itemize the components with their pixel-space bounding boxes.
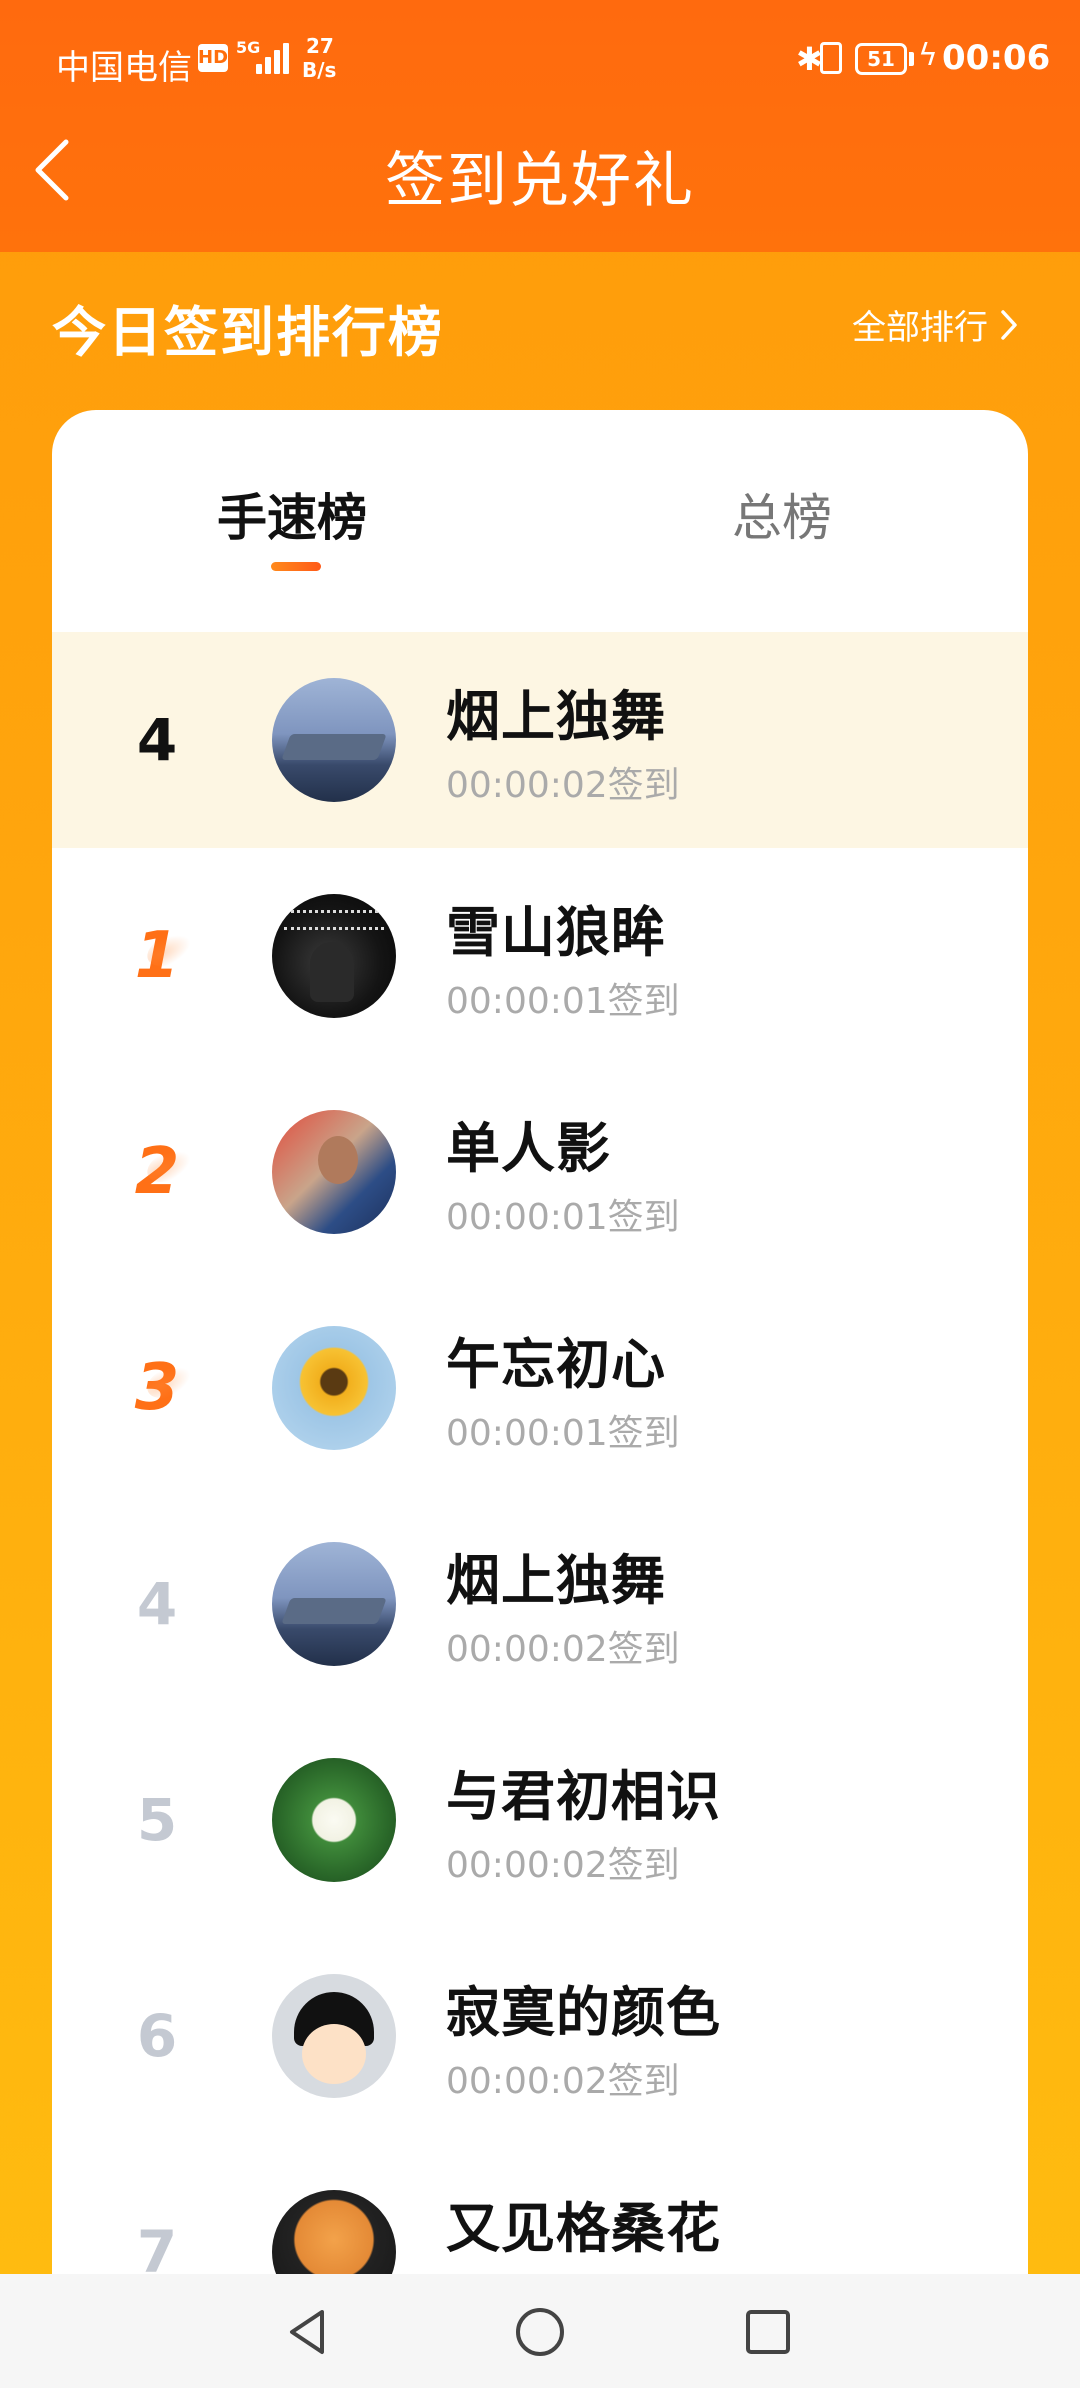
back-triangle-icon[interactable] bbox=[278, 2302, 338, 2362]
user-name: 单人影 bbox=[446, 1117, 611, 1180]
tab-speed-ranking[interactable]: 手速榜 bbox=[132, 478, 452, 550]
rank-number: 4 bbox=[136, 1570, 178, 1638]
user-name: 午忘初心 bbox=[446, 1333, 666, 1396]
list-item[interactable]: 5 与君初相识 00:00:02签到 bbox=[52, 1712, 1028, 1928]
my-ranking-row[interactable]: 4 烟上独舞 00:00:02签到 bbox=[52, 632, 1028, 848]
home-circle-icon[interactable] bbox=[510, 2302, 570, 2362]
lotus-avatar bbox=[272, 1758, 396, 1882]
list-item[interactable]: 3 午忘初心 00:00:01签到 bbox=[52, 1280, 1028, 1496]
signal-icon bbox=[256, 40, 290, 74]
active-tab-indicator bbox=[271, 562, 321, 571]
hooded-figure-avatar bbox=[272, 894, 396, 1018]
ranking-section-title: 今日签到排行榜 bbox=[52, 301, 444, 364]
all-ranking-link[interactable]: 全部排行 bbox=[852, 300, 1020, 349]
page-title: 签到兑好礼 bbox=[385, 146, 695, 216]
chevron-right-icon bbox=[1001, 309, 1017, 340]
checkin-time: 00:00:01签到 bbox=[446, 1197, 680, 1238]
aircraft-carrier-avatar bbox=[272, 1542, 396, 1666]
user-name: 又见格桑花 bbox=[446, 2197, 721, 2260]
rank-number: 2 bbox=[52, 1064, 262, 1280]
list-item[interactable]: 2 单人影 00:00:01签到 bbox=[52, 1064, 1028, 1280]
checkin-time: 00:00:02签到 bbox=[446, 1629, 680, 1670]
system-navigation-bar bbox=[0, 2274, 1080, 2388]
user-name: 寂寞的颜色 bbox=[446, 1981, 721, 2044]
my-rank-number: 4 bbox=[136, 706, 178, 774]
tab-bar: 手速榜 总榜 bbox=[52, 410, 1028, 632]
my-user-name: 烟上独舞 bbox=[446, 685, 666, 748]
checkin-time: 00:00:02签到 bbox=[446, 2061, 680, 2102]
my-checkin-time: 00:00:02签到 bbox=[446, 765, 680, 806]
tab-total-ranking[interactable]: 总榜 bbox=[622, 478, 942, 550]
sunflower-avatar bbox=[272, 1326, 396, 1450]
checkin-time: 00:00:02签到 bbox=[446, 1845, 680, 1886]
all-ranking-label: 全部排行 bbox=[852, 308, 988, 348]
user-name: 与君初相识 bbox=[446, 1765, 721, 1828]
list-item[interactable]: 4 烟上独舞 00:00:02签到 bbox=[52, 1496, 1028, 1712]
checkin-time: 00:00:01签到 bbox=[446, 1413, 680, 1454]
battery-level: 51 bbox=[855, 43, 907, 75]
user-name: 烟上独舞 bbox=[446, 1549, 666, 1612]
hd-badge: HD bbox=[198, 44, 228, 72]
top-bar: 中国电信 HD 5G 27 B/s ✱ 51 ϟ 00:06 签到兑好礼 bbox=[0, 0, 1080, 252]
charging-icon: ϟ bbox=[918, 38, 938, 73]
football-player-avatar bbox=[272, 1110, 396, 1234]
rank-number: 6 bbox=[136, 2002, 178, 2070]
bluetooth-icon: ✱ bbox=[796, 40, 823, 78]
cartoon-girl-avatar bbox=[272, 1974, 396, 2098]
list-item[interactable]: 1 雪山狼眸 00:00:01签到 bbox=[52, 848, 1028, 1064]
checkin-time: 00:00:01签到 bbox=[446, 981, 680, 1022]
rank-number: 1 bbox=[52, 848, 262, 1064]
clock: 00:06 bbox=[942, 38, 1051, 78]
battery-icon bbox=[909, 52, 914, 66]
user-name: 雪山狼眸 bbox=[446, 901, 666, 964]
list-item[interactable]: 6 寂寞的颜色 00:00:02签到 bbox=[52, 1928, 1028, 2144]
rank-number: 5 bbox=[136, 1786, 178, 1854]
rank-number: 3 bbox=[52, 1280, 262, 1496]
aircraft-carrier-avatar bbox=[272, 678, 396, 802]
status-bar: 中国电信 HD 5G 27 B/s ✱ 51 ϟ 00:06 bbox=[0, 0, 1080, 120]
network-speed-value: 27 bbox=[306, 34, 334, 58]
carrier-label: 中国电信 bbox=[56, 48, 192, 88]
leaderboard-card: 手速榜 总榜 4 烟上独舞 00:00:02签到 1 雪山狼眸 00:00:01… bbox=[52, 410, 1028, 2388]
network-speed-unit: B/s bbox=[302, 58, 337, 82]
recents-square-icon[interactable] bbox=[738, 2302, 798, 2362]
vibrate-icon bbox=[820, 42, 842, 74]
